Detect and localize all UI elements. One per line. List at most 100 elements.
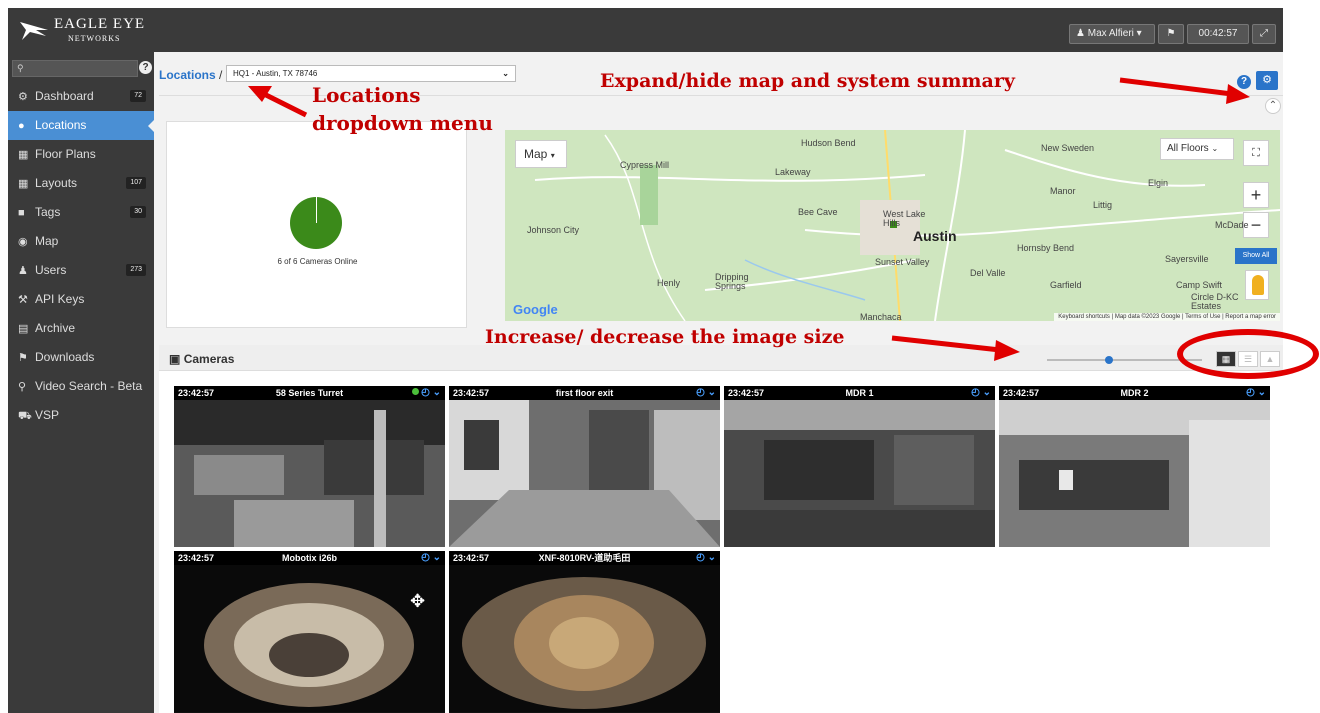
sidebar-item-tags[interactable]: ■ Tags 30 bbox=[8, 198, 154, 227]
map-label: New Sweden bbox=[1041, 143, 1095, 153]
help-icon[interactable]: ? bbox=[139, 61, 152, 74]
camera-tile-header: 23:42:57 first floor exit ◴ ⌄ bbox=[449, 386, 720, 400]
street-view-button[interactable] bbox=[1245, 270, 1269, 300]
tags-icon: ■ bbox=[18, 207, 25, 219]
annotation-ring bbox=[1177, 329, 1319, 379]
sidebar-item-api-keys[interactable]: ⚒ API Keys bbox=[8, 285, 154, 314]
chevron-down-icon: ⌄ bbox=[1257, 387, 1266, 398]
chevron-down-icon: ⌄ bbox=[432, 387, 441, 398]
camera-controls[interactable]: ◴ ⌄ bbox=[412, 386, 441, 400]
map-label: Manchaca bbox=[860, 312, 902, 321]
user-icon: ♟ bbox=[1076, 28, 1085, 39]
sidebar-item-downloads[interactable]: ⚑ Downloads bbox=[8, 343, 154, 372]
sidebar-item-label: Layouts bbox=[35, 176, 78, 190]
camera-feed bbox=[449, 400, 720, 547]
sidebar-item-dashboard[interactable]: ⚙ Dashboard 72 bbox=[8, 82, 154, 111]
chevron-up-icon: ⌃ bbox=[1268, 100, 1278, 111]
pegman-icon bbox=[1252, 275, 1264, 295]
count-badge: 107 bbox=[126, 177, 146, 189]
car-icon: ⛟ bbox=[18, 410, 32, 422]
camera-controls[interactable]: ◴ ⌄ bbox=[421, 551, 441, 565]
sidebar-item-label: Map bbox=[35, 234, 59, 248]
camera-tile[interactable]: 23:42:57 58 Series Turret ◴ ⌄ bbox=[174, 386, 445, 547]
camera-tile[interactable]: 23:42:57 MDR 2 ◴ ⌄ bbox=[999, 386, 1270, 547]
floor-plans-icon: ▦ bbox=[18, 149, 29, 161]
locations-map[interactable]: Map ▾ All Floors ⌄ ⛶ + − Show All Hudson… bbox=[505, 130, 1280, 321]
camera-controls[interactable]: ◴ ⌄ bbox=[971, 386, 991, 400]
camera-tile[interactable]: 23:42:57 Mobotix i26b ◴ ⌄ ✥ bbox=[174, 551, 445, 713]
map-label: West Lake Hills bbox=[883, 209, 926, 228]
fullscreen-button[interactable]: ⤢ bbox=[1252, 24, 1276, 44]
breadcrumb-locations-link[interactable]: Locations bbox=[159, 68, 216, 82]
map-attribution[interactable]: Keyboard shortcuts | Map data ©2023 Goog… bbox=[1054, 313, 1280, 321]
eagle-eye-logo[interactable]: EAGLE EYE NETWORKS bbox=[18, 14, 153, 48]
cameras-title-text: Cameras bbox=[183, 352, 235, 366]
sidebar-item-label: Video Search - Beta bbox=[35, 379, 143, 393]
app-frame: EAGLE EYE NETWORKS ♟ Max Alfieri ▾ ⚑ 00:… bbox=[8, 8, 1283, 713]
downloads-icon: ⚑ bbox=[18, 352, 28, 364]
location-pin-icon: ● bbox=[18, 120, 25, 132]
camera-controls[interactable]: ◴ ⌄ bbox=[696, 551, 716, 565]
sidebar-item-label: API Keys bbox=[35, 292, 85, 306]
camera-controls[interactable]: ◴ ⌄ bbox=[1246, 386, 1266, 400]
folder-icon: ▤ bbox=[18, 323, 29, 335]
sidebar-item-archive[interactable]: ▤ Archive bbox=[8, 314, 154, 343]
camera-tile-header: 23:42:57 Mobotix i26b ◴ ⌄ bbox=[174, 551, 445, 565]
user-menu-button[interactable]: ♟ Max Alfieri ▾ bbox=[1069, 24, 1155, 44]
clock-icon: ◴ bbox=[421, 387, 430, 398]
flag-icon: ⚑ bbox=[1166, 28, 1176, 39]
camera-feed: ✥ bbox=[174, 565, 445, 712]
video-camera-icon: ▣ bbox=[169, 352, 181, 366]
wrench-icon: ⚒ bbox=[18, 294, 28, 306]
globe-icon: ◉ bbox=[18, 236, 28, 248]
camera-tile[interactable]: 23:42:57 MDR 1 ◴ ⌄ bbox=[724, 386, 995, 547]
sidebar-item-layouts[interactable]: ▦ Layouts 107 bbox=[8, 169, 154, 198]
sidebar-item-vsp[interactable]: ⛟ VSP bbox=[8, 401, 154, 430]
show-all-button[interactable]: Show All bbox=[1235, 248, 1277, 264]
flag-button[interactable]: ⚑ bbox=[1158, 24, 1184, 44]
map-label: Hudson Bend bbox=[801, 138, 856, 148]
camera-tile[interactable]: 23:42:57 first floor exit ◴ ⌄ bbox=[449, 386, 720, 547]
chevron-down-icon: ⌄ bbox=[707, 552, 716, 563]
camera-tile[interactable]: 23:42:57 XNF-8010RV-道助毛田 ◴ ⌄ bbox=[449, 551, 720, 713]
system-summary-card: 6 of 6 Cameras Online bbox=[166, 121, 467, 328]
sidebar-item-map[interactable]: ◉ Map bbox=[8, 227, 154, 256]
count-badge: 72 bbox=[130, 90, 146, 102]
map-label: Bee Cave bbox=[798, 207, 838, 217]
floors-select[interactable]: All Floors ⌄ bbox=[1160, 138, 1234, 160]
map-label-city: Austin bbox=[913, 228, 957, 244]
camera-feed bbox=[999, 400, 1270, 547]
zoom-in-button[interactable]: + bbox=[1243, 182, 1269, 208]
locations-dropdown-value: HQ1 - Austin, TX 78746 bbox=[233, 69, 318, 78]
fullscreen-icon: ⛶ bbox=[1252, 147, 1260, 159]
svg-text:✥: ✥ bbox=[410, 591, 425, 612]
map-label: Circle D-KC Estates bbox=[1191, 292, 1239, 311]
map-label: Littig bbox=[1093, 200, 1113, 210]
sidebar-search-input[interactable]: ⚲ bbox=[12, 60, 138, 77]
sidebar-item-locations[interactable]: ● Locations bbox=[8, 111, 155, 140]
chevron-down-icon: ▾ bbox=[1136, 28, 1142, 39]
annotation-dropdown: dropdown menu bbox=[312, 111, 493, 135]
cameras-online-text: 6 of 6 Cameras Online bbox=[277, 257, 358, 266]
camera-controls[interactable]: ◴ ⌄ bbox=[696, 386, 716, 400]
camera-name: 58 Series Turret bbox=[275, 388, 344, 398]
sidebar-item-label: Locations bbox=[35, 118, 87, 132]
sidebar-item-users[interactable]: ♟ Users 273 bbox=[8, 256, 154, 285]
map-label: Hornsby Bend bbox=[1017, 243, 1075, 253]
help-icon[interactable]: ? bbox=[1237, 75, 1251, 89]
map-fullscreen-button[interactable]: ⛶ bbox=[1243, 140, 1269, 166]
cameras-panel: ▣ Cameras ▦ ☰ ▲ 23:42:57 58 Series Turre… bbox=[159, 345, 1283, 713]
camera-feed bbox=[174, 400, 445, 547]
sidebar-item-floor-plans[interactable]: ▦ Floor Plans bbox=[8, 140, 154, 169]
slider-handle[interactable] bbox=[1105, 356, 1113, 364]
sidebar-item-video-search[interactable]: ⚲ Video Search - Beta bbox=[8, 372, 154, 401]
map-type-button[interactable]: Map ▾ bbox=[515, 140, 567, 168]
camera-tile-header: 23:42:57 58 Series Turret ◴ ⌄ bbox=[174, 386, 445, 400]
count-badge: 273 bbox=[126, 264, 146, 276]
locations-dropdown[interactable]: HQ1 - Austin, TX 78746 ⌄ bbox=[226, 65, 516, 82]
user-name: Max Alfieri bbox=[1087, 28, 1134, 39]
sidebar-item-label: VSP bbox=[35, 408, 60, 422]
collapse-summary-button[interactable]: ⌃ bbox=[1265, 98, 1281, 114]
settings-button[interactable]: ⚙ bbox=[1256, 71, 1278, 90]
camera-name: XNF-8010RV-道助毛田 bbox=[538, 553, 631, 563]
